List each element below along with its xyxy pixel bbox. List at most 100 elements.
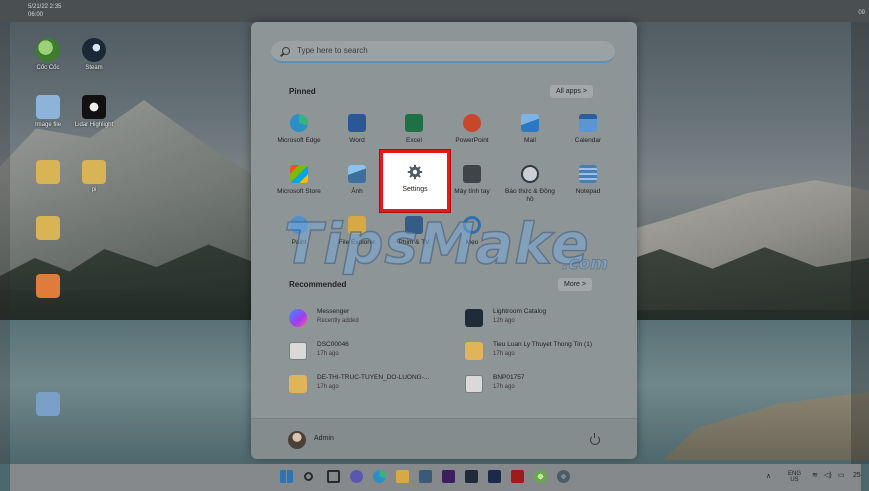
pinned-word[interactable]: Word [328, 114, 386, 145]
battery-icon[interactable]: ▭ [838, 472, 845, 479]
rec-lightroom[interactable]: Lightroom Catalog 12h ago [465, 306, 615, 332]
pinned-microsoft-edge[interactable]: Microsoft Edge [270, 114, 328, 145]
app-label: Ảnh [351, 188, 363, 195]
task-view-icon[interactable] [327, 470, 340, 483]
app-label: Microsoft Store [277, 188, 321, 195]
top-bar-right: 09 [858, 10, 865, 16]
app-label: Settings [402, 186, 428, 193]
rec-subtitle: 17h ago [317, 384, 339, 390]
desktop-icon-network[interactable] [28, 392, 68, 419]
messenger-icon [289, 309, 307, 327]
lightroom-icon[interactable] [465, 470, 478, 483]
app-label: Máy tính tay [454, 188, 490, 195]
rec-title: Tieu Luan Ly Thuyet Thong Tin (1) [493, 341, 593, 348]
gear-icon[interactable] [557, 470, 570, 483]
pinned-anh[interactable]: Ảnh [328, 165, 386, 196]
clock-text[interactable]: 25 [853, 472, 861, 479]
pinned-may-tinh-tay[interactable]: Máy tính tay [443, 165, 501, 196]
pinned-microsoft-store[interactable]: Microsoft Store [270, 165, 328, 196]
rec-de-thi[interactable]: DE-THI-TRUC-TUYEN_DO-LUONG-... 17h ago [289, 372, 439, 398]
edge-icon[interactable] [373, 470, 386, 483]
pinned-settings[interactable]: Settings [380, 150, 450, 212]
coc-coc-icon [36, 38, 60, 62]
desktop-icon-folder-2[interactable] [28, 216, 68, 243]
wifi-icon[interactable]: ≋ [812, 472, 818, 479]
rec-subtitle: 12h ago [493, 318, 515, 324]
search-icon[interactable] [304, 472, 313, 481]
desktop-icon-folder[interactable] [28, 160, 68, 187]
search-icon [282, 47, 290, 55]
power-icon[interactable] [590, 433, 600, 445]
store-icon[interactable] [419, 470, 432, 483]
pinned-powerpoint[interactable]: PowerPoint [443, 114, 501, 145]
app-label: Notepad [575, 188, 601, 195]
pinned-excel[interactable]: Excel [385, 114, 443, 145]
document-icon [289, 375, 307, 393]
app-label: PowerPoint [455, 137, 489, 144]
chat-icon[interactable] [350, 470, 363, 483]
app-label: Báo thức & Đồng hồ [505, 188, 555, 203]
search-placeholder: Type here to search [297, 46, 368, 55]
eye-icon [82, 95, 106, 119]
pinned-bao-thuc[interactable]: Báo thức & Đồng hồ [501, 165, 559, 204]
all-apps-button[interactable]: All apps > [550, 85, 593, 98]
volume-icon[interactable]: ◁) [824, 472, 832, 479]
red-app-icon[interactable] [511, 470, 524, 483]
rec-title: DSC00046 [317, 341, 349, 348]
language-indicator[interactable]: ENG US [788, 471, 801, 483]
chevron-up-icon[interactable]: ∧ [766, 473, 771, 480]
coc-coc-icon[interactable] [534, 470, 547, 483]
desktop-icon-label: Steam [85, 65, 103, 71]
rec-messenger[interactable]: Messenger Recently added [289, 306, 439, 332]
excel-icon [405, 114, 423, 132]
desktop-icon-orange-app[interactable] [28, 274, 68, 301]
desktop-icon-folder-pi[interactable]: pi [74, 160, 114, 194]
app-label: Word [349, 137, 365, 144]
windows-icon[interactable] [280, 470, 293, 483]
rec-subtitle: 17h ago [317, 351, 339, 357]
pinned-title: Pinned [289, 87, 316, 96]
rec-dsc00046[interactable]: DSC00046 17h ago [289, 339, 439, 365]
photoshop-icon[interactable] [488, 470, 501, 483]
desktop-icon-label: Cốc Cốc [36, 65, 60, 71]
lightroom-icon [465, 309, 483, 327]
pinned-calendar[interactable]: Calendar [559, 114, 617, 145]
desktop-icon-eye-app[interactable]: Lidar Highlight [74, 95, 114, 129]
folder-icon [36, 216, 60, 240]
left-edge [0, 22, 10, 464]
top-bar: 5/21/22 2:35 06:00 09 [0, 0, 869, 22]
rec-bnp01757[interactable]: BNP01757 17h ago [465, 372, 615, 398]
avatar[interactable] [288, 431, 306, 449]
lang-line2: US [790, 477, 799, 483]
desktop-icon-image-file[interactable]: Image file [28, 95, 68, 129]
calendar-icon [579, 114, 597, 132]
calculator-icon [463, 165, 481, 183]
app-label: Excel [406, 137, 422, 144]
pinned-mail[interactable]: Mail [501, 114, 559, 145]
app-label: Calendar [574, 137, 602, 144]
premiere-icon[interactable] [442, 470, 455, 483]
user-name[interactable]: Admin [314, 435, 334, 442]
more-button[interactable]: More > [558, 278, 592, 291]
top-label-line1: 5/21/22 2:35 [28, 4, 62, 10]
search-box[interactable]: Type here to search [271, 41, 615, 63]
taskbar: ∧ ENG US ≋ ◁) ▭ 25 [10, 464, 861, 491]
desktop-icon-coc-coc[interactable]: Cốc Cốc [28, 38, 68, 72]
rec-title: Lightroom Catalog [493, 308, 547, 315]
photos-icon [348, 165, 366, 183]
top-bar-label: 5/21/22 2:35 06:00 [28, 3, 61, 19]
rec-title: DE-THI-TRUC-TUYEN_DO-LUONG-... [317, 374, 430, 381]
pinned-notepad[interactable]: Notepad [559, 165, 617, 196]
powerpoint-icon [463, 114, 481, 132]
store-icon [290, 165, 308, 183]
desktop-icon-label: Image file [34, 122, 61, 128]
network-icon [36, 392, 60, 416]
image-file-icon [465, 375, 483, 393]
desktop-icon-label: Lidar Highlight [74, 122, 114, 128]
folder-icon[interactable] [396, 470, 409, 483]
watermark-logo: TipsMake [283, 211, 590, 278]
rec-subtitle: Recently added [317, 318, 359, 324]
desktop-icon-steam[interactable]: Steam [74, 38, 114, 72]
rec-tieu-luan[interactable]: Tieu Luan Ly Thuyet Thong Tin (1) 17h ag… [465, 339, 615, 365]
folder-icon [82, 160, 106, 184]
